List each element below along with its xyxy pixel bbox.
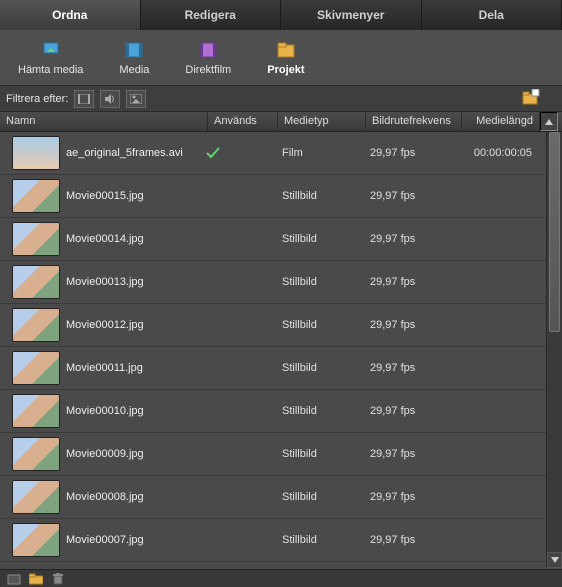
project-icon [275, 39, 297, 61]
framerate: 29,97 fps [364, 405, 460, 417]
framerate: 29,97 fps [364, 319, 460, 331]
vertical-scrollbar[interactable] [546, 132, 562, 568]
filter-label: Filtrera efter: [6, 93, 68, 105]
col-used[interactable]: Används [208, 112, 278, 131]
thumbnail [12, 523, 60, 557]
media-icon [123, 39, 145, 61]
table-row[interactable]: Movie00008.jpg Stillbild29,97 fps [0, 476, 562, 519]
toolbar: Hämta media Media Direktfilm Projekt [0, 30, 562, 86]
media-length: 00:00:00:05 [460, 147, 532, 159]
tool-label: Projekt [267, 64, 304, 76]
framerate: 29,97 fps [364, 147, 460, 159]
table-row[interactable]: Movie00015.jpg Stillbild29,97 fps [0, 175, 562, 218]
tool-get-media[interactable]: Hämta media [18, 39, 83, 76]
new-folder-icon[interactable] [522, 89, 540, 105]
table-row[interactable]: Movie00012.jpg Stillbild29,97 fps [0, 304, 562, 347]
table-row[interactable]: ae_original_5frames.avi Film29,97 fps00:0… [0, 132, 562, 175]
mediatype: Stillbild [276, 362, 364, 374]
filename: Movie00007.jpg [66, 534, 206, 546]
filename: Movie00014.jpg [66, 233, 206, 245]
scroll-up-button[interactable] [540, 112, 558, 131]
trash-icon[interactable] [50, 572, 66, 586]
filename: Movie00011.jpg [66, 362, 206, 374]
filename: Movie00013.jpg [66, 276, 206, 288]
filter-video-icon[interactable] [74, 90, 94, 108]
thumbnail [12, 308, 60, 342]
scrollbar-thumb[interactable] [549, 132, 560, 332]
scrollbar-track[interactable] [547, 132, 562, 552]
mediatype: Stillbild [276, 534, 364, 546]
filename: Movie00009.jpg [66, 448, 206, 460]
main-tabs: Ordna Redigera Skivmenyer Dela [0, 0, 562, 30]
tab-redigera[interactable]: Redigera [141, 0, 282, 30]
check-icon [206, 147, 220, 159]
table-row[interactable]: Movie00009.jpg Stillbild29,97 fps [0, 433, 562, 476]
bottom-bar [0, 569, 562, 587]
scroll-down-button[interactable] [547, 552, 562, 568]
table-row[interactable]: Movie00014.jpg Stillbild29,97 fps [0, 218, 562, 261]
framerate: 29,97 fps [364, 233, 460, 245]
tool-project[interactable]: Projekt [267, 39, 304, 76]
framerate: 29,97 fps [364, 534, 460, 546]
thumbnail [12, 265, 60, 299]
thumbnail [12, 222, 60, 256]
mediatype: Stillbild [276, 405, 364, 417]
col-fps[interactable]: Bildrutefrekvens [366, 112, 462, 131]
mediatype: Film [276, 147, 364, 159]
framerate: 29,97 fps [364, 448, 460, 460]
thumbnail [12, 480, 60, 514]
table-row[interactable]: Movie00010.jpg Stillbild29,97 fps [0, 390, 562, 433]
mediatype: Stillbild [276, 276, 364, 288]
thumbnail [12, 437, 60, 471]
column-headers: Namn Används Medietyp Bildrutefrekvens M… [0, 112, 562, 132]
film-icon [197, 39, 219, 61]
tool-label: Media [119, 64, 149, 76]
framerate: 29,97 fps [364, 491, 460, 503]
tab-skivmenyer[interactable]: Skivmenyer [281, 0, 422, 30]
tab-ordna[interactable]: Ordna [0, 0, 141, 30]
table-row[interactable]: Movie00011.jpg Stillbild29,97 fps [0, 347, 562, 390]
tab-dela[interactable]: Dela [422, 0, 562, 30]
filter-audio-icon[interactable] [100, 90, 120, 108]
col-mediatype[interactable]: Medietyp [278, 112, 366, 131]
framerate: 29,97 fps [364, 362, 460, 374]
mediatype: Stillbild [276, 448, 364, 460]
tool-instant-movie[interactable]: Direktfilm [185, 39, 231, 76]
mediatype: Stillbild [276, 319, 364, 331]
col-name[interactable]: Namn [0, 112, 208, 131]
filename: ae_original_5frames.avi [66, 147, 206, 159]
mediatype: Stillbild [276, 233, 364, 245]
filter-still-icon[interactable] [126, 90, 146, 108]
table-row[interactable]: Movie00007.jpg Stillbild29,97 fps [0, 519, 562, 562]
col-length[interactable]: Medielängd [462, 112, 540, 131]
mediatype: Stillbild [276, 491, 364, 503]
folder-icon[interactable] [28, 572, 44, 586]
tool-label: Direktfilm [185, 64, 231, 76]
download-icon [40, 39, 62, 61]
media-list: ae_original_5frames.aviFilm29,97 fps00:0… [0, 132, 562, 568]
framerate: 29,97 fps [364, 190, 460, 202]
filename: Movie00015.jpg [66, 190, 206, 202]
used-indicator [206, 147, 276, 159]
tool-label: Hämta media [18, 64, 83, 76]
thumbnail [12, 136, 60, 170]
table-row[interactable]: Movie00013.jpg Stillbild29,97 fps [0, 261, 562, 304]
filter-bar: Filtrera efter: [0, 86, 562, 112]
tool-media[interactable]: Media [119, 39, 149, 76]
filename: Movie00008.jpg [66, 491, 206, 503]
filename: Movie00012.jpg [66, 319, 206, 331]
thumbnail [12, 179, 60, 213]
framerate: 29,97 fps [364, 276, 460, 288]
new-item-icon[interactable] [6, 572, 22, 586]
thumbnail [12, 351, 60, 385]
filename: Movie00010.jpg [66, 405, 206, 417]
thumbnail [12, 394, 60, 428]
mediatype: Stillbild [276, 190, 364, 202]
